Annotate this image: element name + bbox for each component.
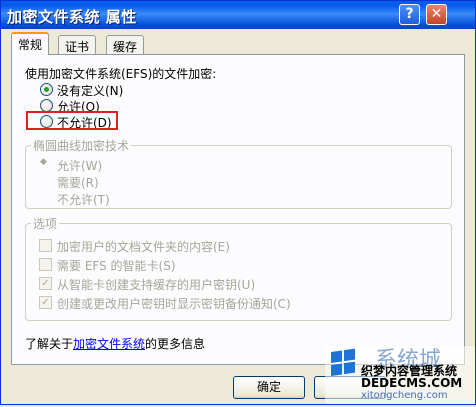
watermark: 系统城 织梦内容管理系统 DEDECMS.COM xitongcheng.com	[325, 346, 475, 404]
check-encrypt-docs-label: 加密用户的文档文件夹的内容(E)	[57, 240, 230, 254]
watermark-line4: xitongcheng.com	[361, 390, 448, 401]
ecc-require-label: 需要(R)	[57, 176, 99, 190]
check-cache-key-label: 从智能卡创建支持缓存的用户密钥(U)	[57, 278, 256, 292]
check-encrypt-docs[interactable]	[39, 239, 52, 252]
radio-not-defined-label: 没有定义(N)	[57, 84, 124, 98]
efs-heading: 使用加密文件系统(EFS)的文件加密:	[25, 67, 217, 81]
info-prefix: 了解关于	[25, 337, 74, 351]
info-suffix: 的更多信息	[145, 337, 206, 351]
ok-button[interactable]: 确定	[233, 376, 305, 399]
ecc-legend: 椭圆曲线加密技术	[31, 137, 132, 154]
info-text: 了解关于加密文件系统的更多信息	[25, 335, 205, 352]
check-require-smartcard-label: 需要 EFS 的智能卡(S)	[57, 259, 176, 273]
radio-not-defined[interactable]	[40, 83, 53, 96]
highlight-box	[26, 111, 118, 130]
check-backup-notice[interactable]: ✓	[39, 296, 52, 309]
ecc-allow-label: 允许(W)	[57, 159, 103, 173]
watermark-line3: DEDECMS.COM	[361, 376, 463, 390]
check-cache-key[interactable]: ✓	[39, 277, 52, 290]
check-require-smartcard[interactable]	[39, 258, 52, 271]
radio-dot-icon: ◆	[40, 157, 47, 167]
options-legend: 选项	[31, 215, 60, 232]
properties-dialog: 加密文件系统 属性 ? ✕ 常规 证书 缓存 使用加密文件系统(EFS)的文件加…	[0, 0, 476, 405]
check-backup-notice-label: 创建或更改用户密钥时显示密钥备份通知(C)	[57, 297, 291, 311]
efs-help-link[interactable]: 加密文件系统	[73, 337, 145, 351]
ecc-disallow-label: 不允许(T)	[57, 193, 110, 207]
